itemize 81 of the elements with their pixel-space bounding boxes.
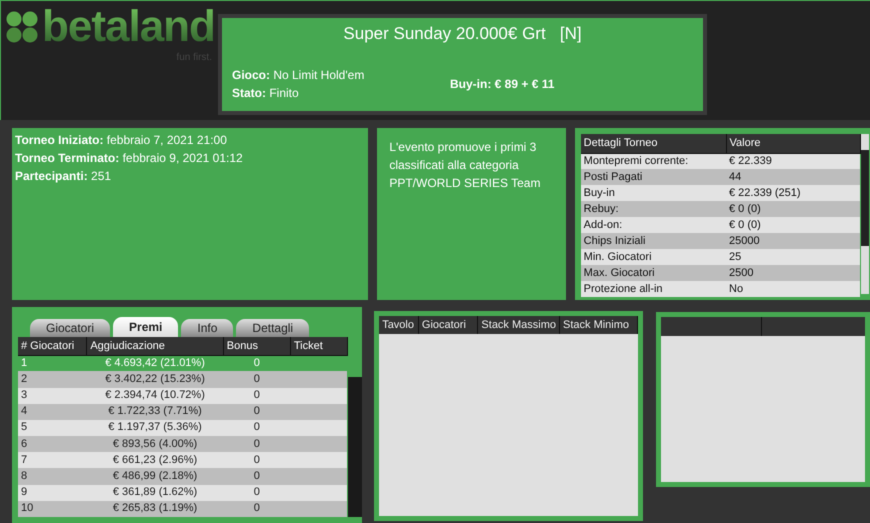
table-cell: € 2.394,74 (10.72%)	[86, 388, 224, 404]
table-cell: 0	[223, 420, 290, 436]
column-header: Stack Massimo	[478, 316, 560, 334]
table-cell: 0	[223, 452, 290, 468]
column-header: Ticket	[290, 337, 348, 356]
column-header: Valore	[726, 134, 860, 153]
buy-in-text: Buy-in: € 89 + € 11	[450, 76, 554, 93]
table-cell: 0	[223, 355, 290, 372]
table-cell: 1	[18, 355, 87, 372]
table-cell: Add-on:	[580, 217, 726, 233]
table-cell: 4	[18, 404, 87, 420]
table-row[interactable]: 6 € 893,56 (4.00%) 0	[18, 436, 348, 452]
column-header: Dettagli Torneo	[580, 134, 726, 153]
table-cell: € 265,83 (1.19%)	[86, 500, 224, 517]
field-text: Stato: Finito	[232, 85, 300, 102]
table-row[interactable]: 8 € 486,99 (2.18%) 0	[18, 468, 348, 485]
table-cell: 8	[18, 468, 87, 485]
table-cell: 0	[223, 468, 290, 485]
scrollbar[interactable]	[860, 134, 869, 294]
table-cell: 25000	[726, 233, 860, 249]
tab[interactable]: Info	[181, 319, 234, 337]
table-cell: € 893,56 (4.00%)	[86, 436, 224, 452]
table-row[interactable]: 5 € 1.197,37 (5.36%) 0	[18, 420, 348, 436]
table-cell: Protezione all-in	[580, 281, 726, 297]
column-header: Bonus	[223, 337, 290, 356]
table-cell: € 3.402,22 (15.23%)	[86, 371, 224, 388]
table-cell: Rebuy:	[580, 201, 726, 217]
table-cell: 2500	[726, 265, 860, 281]
info-text: Torneo Terminato: febbraio 9, 2021 01:12	[15, 150, 244, 167]
table-cell: Min. Giocatori	[580, 249, 726, 265]
column-header: Stack Minimo	[560, 316, 638, 334]
table-row[interactable]: 2 € 3.402,22 (15.23%) 0	[18, 371, 348, 388]
table-row[interactable]: 3 € 2.394,74 (10.72%) 0	[18, 388, 348, 404]
table-cell: € 361,89 (1.62%)	[86, 484, 224, 501]
field-text: Gioco: No Limit Hold'em	[232, 67, 366, 84]
table-cell: Montepremi corrente:	[580, 153, 726, 169]
table-cell: Chips Iniziali	[580, 233, 726, 249]
table-cell: 3	[18, 388, 87, 404]
table-row[interactable]: 10 € 265,83 (1.19%) 0	[18, 500, 348, 517]
table-cell: € 486,99 (2.18%)	[86, 468, 224, 485]
clover-icon	[5, 10, 39, 44]
table-cell: 7	[18, 452, 87, 468]
table-cell: 2	[18, 371, 87, 388]
table-cell: € 22.339 (251)	[726, 185, 860, 201]
table-cell: € 22.339	[726, 153, 860, 169]
table-cell: 0	[223, 436, 290, 452]
info-text: Torneo Iniziato: febbraio 7, 2021 21:00	[15, 132, 228, 149]
description-text: L'evento promuove i primi 3 classificati alla categoria PPT/WORLD SERIES Team	[389, 139, 542, 192]
table-row[interactable]: 7 € 661,23 (2.96%) 0	[18, 452, 348, 468]
table-cell: 0	[223, 404, 290, 420]
column-header: Aggiudicazione	[86, 337, 224, 356]
table-cell: 9	[18, 484, 87, 501]
column-header: Giocatori	[418, 316, 478, 334]
table-cell: Buy-in	[580, 185, 726, 201]
table-row[interactable]: 9 € 361,89 (1.62%) 0	[18, 484, 348, 501]
info-text: Partecipanti: 251	[15, 168, 112, 185]
table-cell: Posti Pagati	[580, 169, 726, 185]
table-cell: Max. Giocatori	[580, 265, 726, 281]
column-header: # Giocatori	[18, 337, 87, 356]
table-cell: € 0 (0)	[726, 201, 860, 217]
table-row[interactable]: 4 € 1.722,33 (7.71%) 0	[18, 404, 348, 420]
table-cell: 0	[223, 388, 290, 404]
table-cell: € 4.693,42 (21.01%)	[86, 355, 224, 372]
column-header: Tavolo	[379, 316, 418, 334]
table-cell: 0	[223, 500, 290, 517]
table-cell: € 0 (0)	[726, 217, 860, 233]
table-cell: 6	[18, 436, 87, 452]
tournament-title: Super Sunday 20.000€ Grt [N]	[342, 24, 583, 44]
tab[interactable]: Premi	[113, 317, 178, 337]
table-cell: 44	[726, 169, 860, 185]
table-cell: No	[726, 281, 860, 297]
table-cell: € 1.197,37 (5.36%)	[86, 420, 224, 436]
table-cell: 10	[18, 500, 87, 517]
tab[interactable]: Dettagli	[236, 319, 310, 337]
table-cell: € 661,23 (2.96%)	[86, 452, 224, 468]
table-cell: 0	[223, 484, 290, 501]
table-cell: 25	[726, 249, 860, 265]
table-cell: € 1.722,33 (7.71%)	[86, 404, 224, 420]
table-cell: 5	[18, 420, 87, 436]
table-cell: 0	[223, 371, 290, 388]
tab[interactable]: Giocatori	[30, 319, 110, 337]
